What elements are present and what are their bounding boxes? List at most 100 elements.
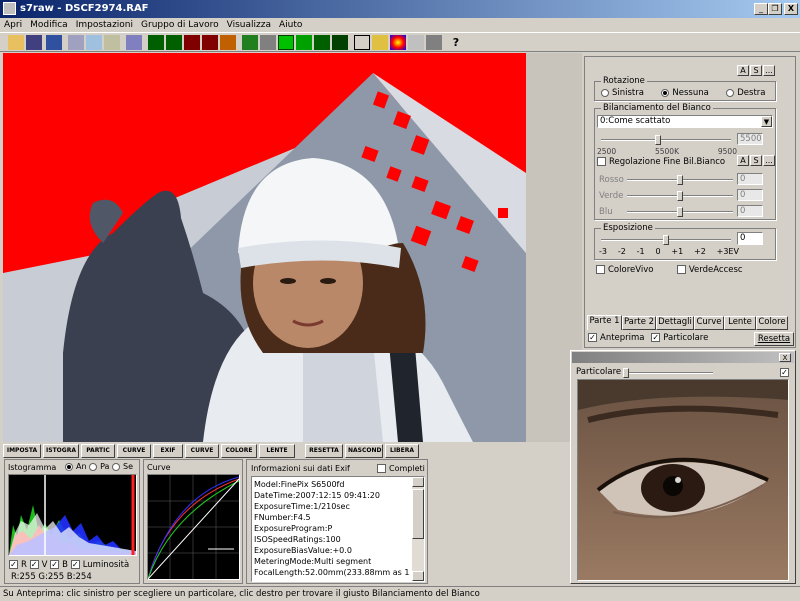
exposure-field[interactable]: 0 [737,232,763,245]
exif-scrollbar[interactable] [412,477,424,581]
close-button[interactable]: X [784,3,798,15]
tab-nascond[interactable]: NASCOND [345,444,383,458]
preset2-icon[interactable] [166,35,182,50]
menu-gruppo-lavoro[interactable]: Gruppo di Lavoro [137,18,223,32]
refresh-icon[interactable] [242,35,258,50]
detail-zoom-slider[interactable] [623,368,713,378]
tab-curve-2[interactable]: CURVE [185,444,219,458]
wb-temp-field[interactable]: 5500 [737,133,763,145]
tab-settings-lente[interactable]: Lente [724,316,756,330]
complete-check[interactable] [377,464,386,473]
luminosity-check[interactable]: ✓ [70,560,80,569]
batch-icon[interactable] [126,35,142,50]
curve-panel: Curve [143,459,243,584]
crop-icon[interactable] [104,35,120,50]
detail-image[interactable] [577,379,789,581]
blue-field[interactable]: 0 [737,205,763,217]
tab-curve[interactable]: CURVE [117,444,151,458]
tab-dettagli[interactable]: Dettagli [656,316,694,330]
green-slider[interactable] [627,191,733,201]
menu-apri[interactable]: Apri [0,18,26,32]
exif-text[interactable]: Model:FinePix S6500fd DateTime:2007:12:1… [251,476,425,582]
wb-label: Bilanciamento del Bianco [601,103,713,113]
tab-settings-colore[interactable]: Colore [756,316,788,330]
tab-lente[interactable]: LENTE [259,444,295,458]
menu-visualizza[interactable]: Visualizza [223,18,275,32]
tab-colore[interactable]: COLORE [221,444,257,458]
window-layout-icon[interactable] [354,35,370,50]
preset3-icon[interactable] [184,35,200,50]
exif-panel: Informazioni sui dati Exif Completi Mode… [246,459,428,584]
photo-preview[interactable] [3,53,526,442]
tab-settings-curve[interactable]: Curve [694,316,724,330]
palette-icon[interactable] [372,35,388,50]
menu-aiuto[interactable]: Aiuto [275,18,306,32]
red-field[interactable]: 0 [737,173,763,185]
mode-pa-radio[interactable] [89,462,98,471]
exif-line: FNumber:F4.5 [254,513,311,522]
color-wheel-icon[interactable] [390,35,406,50]
minimize-button[interactable]: _ [754,3,768,15]
preset5-icon[interactable] [220,35,236,50]
tab-istogra[interactable]: ISTOGRA [43,444,79,458]
tab-partic[interactable]: PARTIC [81,444,115,458]
mode-an-radio[interactable] [65,462,73,471]
blue-slider[interactable] [627,207,733,217]
vivid-color-check[interactable] [596,265,605,274]
preset1-icon[interactable] [148,35,164,50]
grid-icon[interactable] [296,35,312,50]
tab-parte-1[interactable]: Parte 1 [587,315,622,330]
tab-exif[interactable]: EXIF [153,444,183,458]
status-bar: Su Anteprima: clic sinistro per sceglier… [0,586,800,601]
detail-close-button[interactable]: X [779,353,791,362]
wb-a-button[interactable]: A [737,155,749,166]
rotate-none-radio[interactable] [661,88,670,97]
tab-resetta[interactable]: RESETTA [305,444,343,458]
tab-parte-2[interactable]: Parte 2 [622,316,656,330]
exposure-slider[interactable] [601,235,731,245]
mode-se-radio[interactable] [112,462,121,471]
exif-line: FocalLength:52.00mm(233.88mm as 135) [254,568,409,577]
rotation-a-button[interactable]: A [737,65,749,76]
wb-temp-slider[interactable] [601,135,731,145]
wb-fine-check[interactable] [597,157,606,166]
menu-modifica[interactable]: Modifica [26,18,72,32]
wb-more-button[interactable]: ... [763,155,775,166]
tab-libera[interactable]: LIBERA [385,444,419,458]
ev-tick: -2 [617,247,626,256]
rotation-more-button[interactable]: ... [763,65,775,76]
grid3-icon[interactable] [332,35,348,50]
channel-r-check[interactable]: ✓ [9,560,18,569]
channel-v-check[interactable]: ✓ [29,560,39,569]
gray-icon[interactable] [260,35,276,50]
open-folder-icon[interactable] [8,35,24,50]
rotate-right-radio[interactable] [726,88,735,97]
grid2-icon[interactable] [314,35,330,50]
rotation-s-button[interactable]: S [750,65,762,76]
maximize-button[interactable]: ❐ [768,3,782,15]
channel-b-check[interactable]: ✓ [50,560,60,569]
monitor-icon[interactable] [408,35,424,50]
zoom-icon[interactable] [86,35,102,50]
chevron-down-icon[interactable]: ▼ [761,116,772,127]
menu-impostazioni[interactable]: Impostazioni [72,18,137,32]
wb-select[interactable]: 0:Come scattato ▼ [597,115,773,128]
preview-check[interactable]: ✓ [588,333,597,342]
curve-graph[interactable] [147,474,240,580]
rotate-left-radio[interactable] [601,88,609,97]
copy-icon[interactable] [68,35,84,50]
preset4-icon[interactable] [202,35,218,50]
tab-imposta[interactable]: IMPOSTA [3,444,41,458]
red-slider[interactable] [627,175,733,185]
green-field[interactable]: 0 [737,189,763,201]
image-icon[interactable] [426,35,442,50]
reset-button[interactable]: Resetta [754,332,794,346]
detail-check[interactable]: ✓ [780,368,789,377]
bright-green-check[interactable] [676,265,686,274]
wb-s-button[interactable]: S [750,155,762,166]
particolare-check[interactable]: ✓ [651,333,661,342]
save-icon[interactable] [26,35,42,50]
save-as-icon[interactable] [46,35,62,50]
green-square-icon[interactable] [278,35,294,50]
help-icon[interactable]: ? [448,35,464,50]
